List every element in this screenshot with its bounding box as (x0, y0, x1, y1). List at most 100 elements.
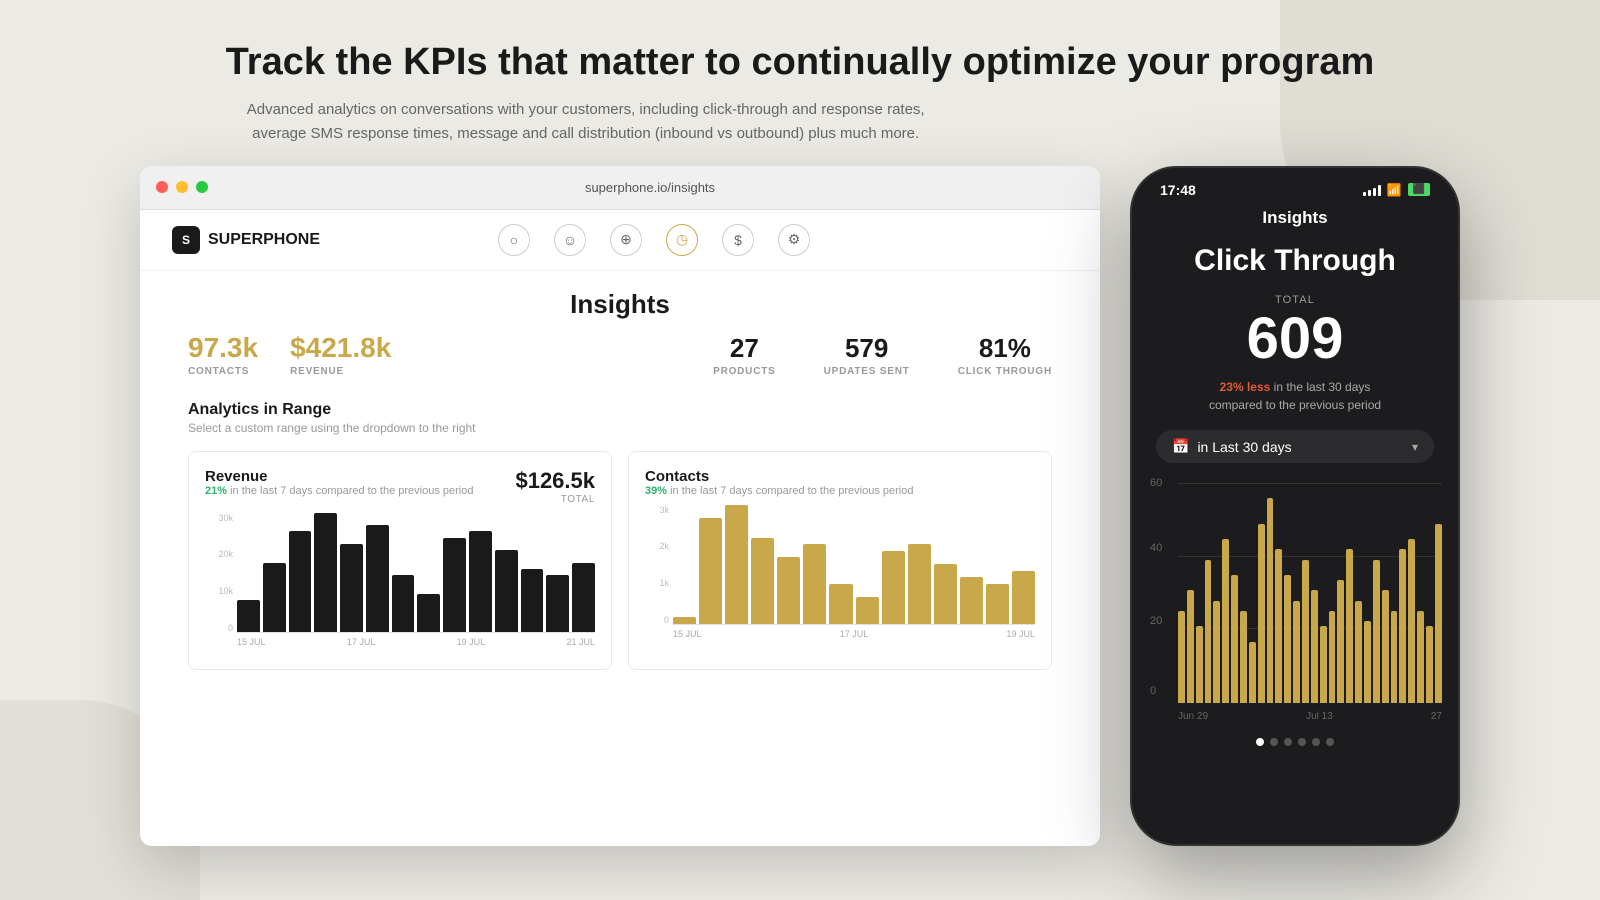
contacts-chart-left: Contacts 39% in the last 7 days compared… (645, 468, 913, 497)
status-right: 📶 ⬛ (1363, 183, 1430, 197)
revenue-chart-header: Revenue 21% in the last 7 days compared … (205, 468, 595, 505)
stat-contacts-value: 97.3k (188, 332, 258, 364)
revenue-bar (237, 600, 260, 631)
contacts-bar (908, 544, 931, 623)
phone-dot-5 (1312, 738, 1320, 746)
phone-bar (1178, 611, 1185, 703)
logo-icon: S (172, 226, 200, 254)
revenue-total-label: TOTAL (515, 494, 595, 505)
phone-dots (1132, 738, 1458, 746)
revenue-bar (417, 594, 440, 632)
phone-main-label: Click Through (1132, 244, 1458, 279)
revenue-change-text: in the last 7 days compared to the previ… (230, 485, 473, 497)
browser-dot-yellow (176, 181, 188, 193)
contacts-bar (1012, 571, 1035, 624)
phone-mockup: 17:48 📶 ⬛ Insights Click Through TOTAL (1130, 166, 1460, 846)
revenue-bar (366, 525, 389, 631)
chevron-down-icon: ▾ (1412, 440, 1418, 454)
date-selector-text: in Last 30 days (1197, 439, 1291, 455)
phone-date-selector[interactable]: 📅 in Last 30 days ▾ (1156, 430, 1434, 463)
contacts-bar (673, 617, 696, 624)
nav-icon-plus[interactable]: ⊕ (610, 224, 642, 256)
grid-line-60 (1178, 483, 1442, 484)
phone-bar (1284, 575, 1291, 703)
revenue-bar (521, 569, 544, 632)
y-label-40: 40 (1150, 542, 1162, 554)
phone-dot-2 (1270, 738, 1278, 746)
revenue-total-value: $126.5k (515, 468, 595, 494)
phone-x-label-3: 27 (1431, 711, 1442, 722)
phone-change-pct: 23% less (1220, 380, 1271, 394)
phone-total-value: 609 (1132, 310, 1458, 368)
y-label-60: 60 (1150, 477, 1162, 489)
phone-x-label-1: Jun 29 (1178, 711, 1208, 722)
contacts-bar (934, 564, 957, 624)
phone-bar (1249, 642, 1256, 704)
phone-x-label-2: Jul 13 (1306, 711, 1333, 722)
phone-bar (1293, 601, 1300, 704)
nav-icon-face[interactable]: ☺ (554, 224, 586, 256)
stats-right: 27 PRODUCTS 579 UPDATES SENT 81% CLICK T… (713, 333, 1052, 377)
phone-bar (1302, 560, 1309, 704)
phone-bar (1240, 611, 1247, 703)
contacts-bar (986, 584, 1009, 624)
analytics-section: Analytics in Range Select a custom range… (140, 393, 1100, 435)
stat-updates-value: 579 (845, 333, 888, 364)
phone-bar (1267, 498, 1274, 703)
contacts-bar-chart: 3k 2k 1k 0 15 JUL 17 JUL (645, 505, 1035, 645)
stat-updates-label: UPDATES SENT (824, 366, 910, 377)
phone-dot-6 (1326, 738, 1334, 746)
nav-icon-clock[interactable]: ◷ (666, 224, 698, 256)
contacts-change-text: in the last 7 days compared to the previ… (670, 485, 913, 497)
analytics-subtitle: Select a custom range using the dropdown… (188, 421, 1052, 435)
y-label-20: 20 (1150, 615, 1162, 627)
phone-x-labels: Jun 29 Jul 13 27 (1178, 711, 1442, 722)
phone-bar (1205, 560, 1212, 704)
main-title: Track the KPIs that matter to continuall… (226, 40, 1375, 86)
phone-change-text: 23% less in the last 30 dayscompared to … (1132, 378, 1458, 414)
phone-bar (1364, 621, 1371, 703)
stat-clickthrough-label: CLICK THROUGH (958, 366, 1052, 377)
contacts-bar (856, 597, 879, 623)
phone-dot-4 (1298, 738, 1306, 746)
phone-status-bar: 17:48 📶 ⬛ (1132, 168, 1458, 198)
nav-icon-dollar[interactable]: $ (722, 224, 754, 256)
app-nav: S SUPERPHONE ○ ☺ ⊕ ◷ $ ⚙ (140, 210, 1100, 271)
nav-icon-gear[interactable]: ⚙ (778, 224, 810, 256)
contacts-bars (673, 505, 1035, 625)
phone-screen-title: Insights (1132, 198, 1458, 244)
page-title-section: Insights (140, 271, 1100, 332)
contacts-chart-title: Contacts (645, 468, 913, 485)
phone-total-label: TOTAL (1132, 294, 1458, 306)
header-section: Track the KPIs that matter to continuall… (226, 0, 1375, 166)
contacts-bar (751, 538, 774, 624)
phone-dot-1 (1256, 738, 1264, 746)
contacts-x-label-1: 15 JUL (673, 629, 702, 639)
revenue-chart-left: Revenue 21% in the last 7 days compared … (205, 468, 473, 497)
contacts-x-label-3: 19 JUL (1006, 629, 1035, 639)
phone-bar (1231, 575, 1238, 703)
stat-revenue: $421.8k REVENUE (290, 332, 391, 377)
revenue-bar (289, 531, 312, 631)
phone-chart-container: 60 40 20 0 Jun 29 Jul 13 27 (1132, 463, 1458, 722)
signal-bar-2 (1368, 190, 1371, 196)
analytics-title: Analytics in Range (188, 401, 1052, 419)
phone-bar (1346, 549, 1353, 703)
nav-icons: ○ ☺ ⊕ ◷ $ ⚙ (498, 224, 810, 256)
phone-bar (1391, 611, 1398, 703)
phone-bar (1329, 611, 1336, 703)
browser-mockup: superphone.io/insights S SUPERPHONE ○ ☺ … (140, 166, 1100, 846)
contacts-bar (777, 557, 800, 623)
revenue-chart-total: $126.5k TOTAL (515, 468, 595, 505)
contacts-bar (882, 551, 905, 624)
revenue-bar (263, 563, 286, 632)
phone-bar (1408, 539, 1415, 703)
revenue-bar (340, 544, 363, 632)
stat-clickthrough-value: 81% (979, 333, 1031, 364)
contacts-bar (829, 584, 852, 624)
nav-icon-person[interactable]: ○ (498, 224, 530, 256)
content-area: superphone.io/insights S SUPERPHONE ○ ☺ … (0, 166, 1600, 846)
app-content: S SUPERPHONE ○ ☺ ⊕ ◷ $ ⚙ Insights (140, 210, 1100, 846)
subtitle: Advanced analytics on conversations with… (226, 98, 946, 146)
phone-bar (1187, 590, 1194, 703)
